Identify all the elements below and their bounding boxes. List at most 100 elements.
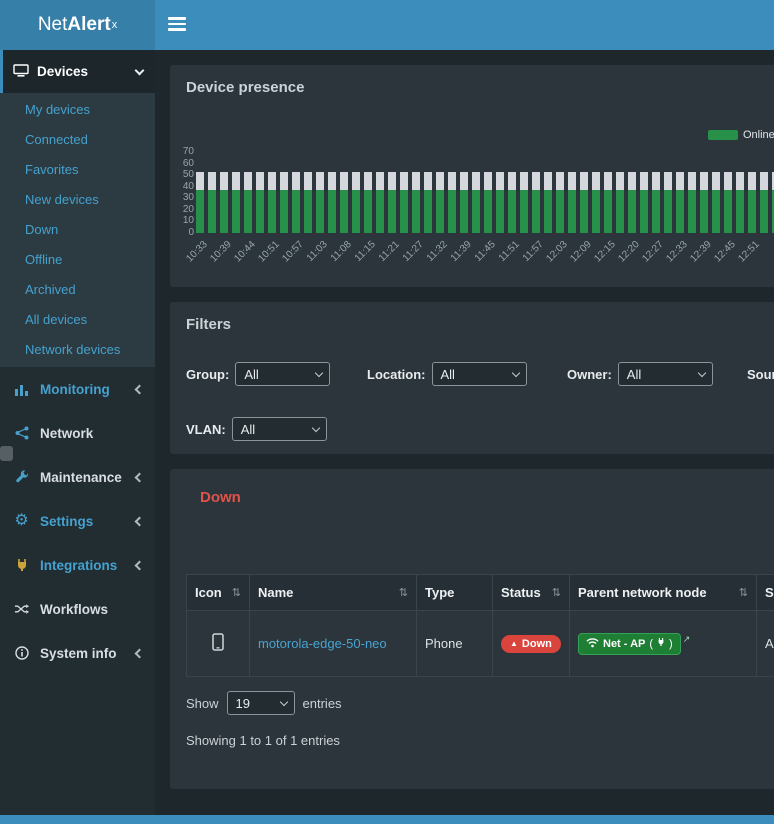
filter-label: Group: <box>186 367 229 382</box>
filter-label: Owner: <box>567 367 612 382</box>
sidebar-menu: Monitoring Network Maintenance ⚙ Settings Int… <box>0 367 155 675</box>
column-label: Status <box>501 585 541 600</box>
info-icon <box>12 646 31 660</box>
presence-bar <box>532 172 540 233</box>
sidebar-item-workflows[interactable]: Workflows <box>0 587 155 631</box>
chevron-down-icon <box>315 369 323 377</box>
down-devices-table: Icon⇅Name⇅TypeStatus⇅Parent network node… <box>186 574 774 677</box>
column-label: Type <box>425 585 454 600</box>
column-header-icon[interactable]: Icon⇅ <box>187 575 250 611</box>
sidebar-item-monitoring[interactable]: Monitoring <box>0 367 155 411</box>
chart-icon <box>12 383 31 396</box>
sidebar-item-label: Settings <box>40 514 93 529</box>
presence-bar <box>508 172 516 233</box>
presence-bar <box>724 172 732 233</box>
show-label: Show <box>186 696 219 711</box>
down-devices-panel: Down Icon⇅Name⇅TypeStatus⇅Parent network… <box>170 469 774 789</box>
column-header-parent-network-node[interactable]: Parent network node⇅ <box>570 575 757 611</box>
column-header-status[interactable]: Status⇅ <box>493 575 570 611</box>
table-header-row: Icon⇅Name⇅TypeStatus⇅Parent network node… <box>187 575 774 611</box>
sort-icon: ⇅ <box>399 586 408 599</box>
presence-bar <box>280 172 288 233</box>
sidebar-item-devices[interactable]: Devices <box>0 50 155 93</box>
sidebar-item-label: Network <box>40 426 93 441</box>
sidebar-item-label: Maintenance <box>40 470 122 485</box>
sidebar-item-label: Integrations <box>40 558 117 573</box>
sidebar-item-integrations[interactable]: Integrations <box>0 543 155 587</box>
presence-bar <box>388 172 396 233</box>
chevron-left-icon <box>135 384 145 394</box>
chart-legend-item[interactable]: Online <box>708 129 774 141</box>
filter-source: Source:All <box>747 362 774 386</box>
presence-bar <box>244 172 252 233</box>
filters-row-1: Group: All Location: All Owner: All Source:All <box>186 362 774 386</box>
presence-bar <box>616 172 624 233</box>
chevron-down-icon <box>135 65 145 75</box>
presence-bar <box>700 172 708 233</box>
filter-select-owner[interactable]: All <box>618 362 713 386</box>
table-row: motorola-edge-50-neo Phone ▲ Down Net - … <box>187 611 774 677</box>
filter-label: Location: <box>367 367 426 382</box>
filter-select-group[interactable]: All <box>235 362 330 386</box>
sidebar-item-maintenance[interactable]: Maintenance <box>0 455 155 499</box>
presence-bar <box>484 172 492 233</box>
column-header-name[interactable]: Name⇅ <box>250 575 417 611</box>
gear-icon: ⚙ <box>12 513 31 529</box>
presence-bar <box>376 172 384 233</box>
sidebar-subitem-network-devices[interactable]: Network devices <box>0 335 155 365</box>
network-icon <box>12 426 31 440</box>
filter-group: Group: All <box>186 362 367 386</box>
presence-bar <box>304 172 312 233</box>
sidebar-item-settings[interactable]: ⚙ Settings <box>0 499 155 543</box>
sidebar-subitem-my-devices[interactable]: My devices <box>0 95 155 125</box>
filters-panel: Filters Group: All Location: All Owner: All So… <box>170 302 774 454</box>
presence-bar <box>352 172 360 233</box>
sidebar-subitem-all-devices[interactable]: All devices <box>0 305 155 335</box>
y-axis-label: 30 <box>183 192 194 203</box>
app-logo[interactable]: NetAlertx <box>0 0 155 50</box>
shuffle-icon <box>12 603 31 615</box>
filter-select-vlan[interactable]: All <box>232 417 327 441</box>
presence-bar <box>400 172 408 233</box>
device-name-link[interactable]: motorola-edge-50-neo <box>258 636 387 651</box>
external-link-icon: ↗ <box>683 634 691 644</box>
sidebar-subitem-down[interactable]: Down <box>0 215 155 245</box>
filter-select-location[interactable]: All <box>432 362 527 386</box>
presence-bar <box>628 172 636 233</box>
hamburger-icon <box>168 17 186 20</box>
sidebar-item-network[interactable]: Network <box>0 411 155 455</box>
presence-bar <box>712 172 720 233</box>
chevron-left-icon <box>135 648 145 658</box>
menu-toggle-button[interactable] <box>168 17 188 33</box>
chevron-left-icon <box>135 516 145 526</box>
column-header-type: Type <box>417 575 493 611</box>
presence-bar <box>736 172 744 233</box>
chevron-down-icon <box>311 424 319 432</box>
mobile-phone-icon <box>212 639 224 654</box>
sidebar-subitem-new-devices[interactable]: New devices <box>0 185 155 215</box>
presence-bar <box>340 172 348 233</box>
presence-chart: 010203040506070 <box>176 152 774 233</box>
sidebar-item-label: Monitoring <box>40 382 110 397</box>
y-axis-label: 0 <box>188 227 194 238</box>
sidebar-subitem-archived[interactable]: Archived <box>0 275 155 305</box>
sidebar-subitem-offline[interactable]: Offline <box>0 245 155 275</box>
y-axis-label: 50 <box>183 169 194 180</box>
sidebar-edge-icon <box>0 446 13 461</box>
presence-bar <box>568 172 576 233</box>
presence-bar <box>664 172 672 233</box>
selected-value: All <box>441 367 455 382</box>
sidebar-item-label: System info <box>40 646 117 661</box>
sidebar-subitem-connected[interactable]: Connected <box>0 125 155 155</box>
presence-bar <box>292 172 300 233</box>
parent-node-badge[interactable]: Net - AP ( ) <box>578 633 681 655</box>
device-type: Phone <box>425 636 463 651</box>
sidebar-subitem-favorites[interactable]: Favorites <box>0 155 155 185</box>
panel-title: Filters <box>186 316 231 333</box>
legend-label: Online <box>743 129 774 141</box>
sidebar-item-system-info[interactable]: System info <box>0 631 155 675</box>
presence-bar <box>316 172 324 233</box>
page-size-select[interactable]: 19 <box>227 691 295 715</box>
device-submenu: My devicesConnectedFavoritesNew devicesD… <box>0 93 155 367</box>
table-summary: Showing 1 to 1 of 1 entries <box>186 733 340 748</box>
